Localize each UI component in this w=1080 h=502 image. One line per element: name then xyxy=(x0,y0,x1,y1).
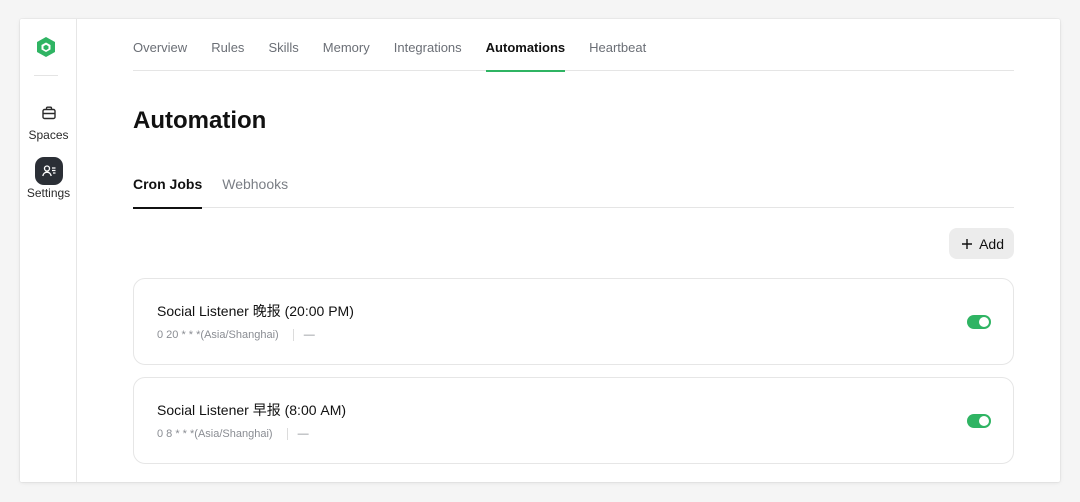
cron-job-toggle[interactable] xyxy=(967,315,991,329)
app-logo-icon[interactable] xyxy=(35,36,57,58)
toggle-knob xyxy=(979,317,989,327)
tab-rules[interactable]: Rules xyxy=(211,19,244,71)
tab-cron-jobs[interactable]: Cron Jobs xyxy=(133,176,203,209)
cron-job-schedule: 0 8 * * *(Asia/Shanghai) xyxy=(157,428,273,440)
app-window: Spaces Settings Overview Rules Skills Me… xyxy=(20,19,1060,482)
sidebar-divider xyxy=(34,75,58,76)
tab-overview[interactable]: Overview xyxy=(133,19,187,71)
top-tab-bar: Overview Rules Skills Memory Integration… xyxy=(133,19,1014,72)
cron-job-meta: 0 8 * * *(Asia/Shanghai) — xyxy=(157,428,309,440)
main-content: Overview Rules Skills Memory Integration… xyxy=(133,19,1014,482)
sidebar-item-label: Settings xyxy=(26,186,71,200)
page-title: Automation xyxy=(133,107,267,134)
sidebar-item-settings[interactable]: Settings xyxy=(20,157,77,200)
sidebar-item-label: Spaces xyxy=(28,128,69,142)
add-button-label: Add xyxy=(979,235,1004,252)
sidebar: Spaces Settings xyxy=(20,19,77,482)
plus-icon xyxy=(962,238,973,249)
briefcase-icon xyxy=(35,99,63,127)
cron-job-toggle[interactable] xyxy=(967,414,991,428)
tab-heartbeat[interactable]: Heartbeat xyxy=(589,19,646,71)
tab-webhooks[interactable]: Webhooks xyxy=(222,176,288,208)
cron-job-extra: — xyxy=(297,428,309,440)
cron-job-card[interactable]: Social Listener 早报 (8:00 AM) 0 8 * * *(A… xyxy=(133,377,1014,464)
meta-divider xyxy=(286,428,288,440)
sub-tab-bar: Cron Jobs Webhooks xyxy=(133,176,1014,209)
cron-job-meta: 0 20 * * *(Asia/Shanghai) — xyxy=(157,329,315,341)
cron-job-extra: — xyxy=(303,329,315,341)
cron-job-card[interactable]: Social Listener 晚报 (20:00 PM) 0 20 * * *… xyxy=(133,278,1014,365)
tab-memory[interactable]: Memory xyxy=(323,19,370,71)
tab-skills[interactable]: Skills xyxy=(268,19,298,71)
tab-automations[interactable]: Automations xyxy=(485,19,566,72)
add-button[interactable]: Add xyxy=(949,228,1014,259)
tab-integrations[interactable]: Integrations xyxy=(394,19,462,71)
user-settings-icon xyxy=(34,157,63,185)
cron-job-title: Social Listener 晚报 (20:00 PM) xyxy=(157,303,354,319)
cron-job-schedule: 0 20 * * *(Asia/Shanghai) xyxy=(157,329,279,341)
cron-job-title: Social Listener 早报 (8:00 AM) xyxy=(157,402,347,418)
sidebar-item-spaces[interactable]: Spaces xyxy=(20,99,77,142)
toggle-knob xyxy=(979,416,989,426)
meta-divider xyxy=(292,329,294,341)
